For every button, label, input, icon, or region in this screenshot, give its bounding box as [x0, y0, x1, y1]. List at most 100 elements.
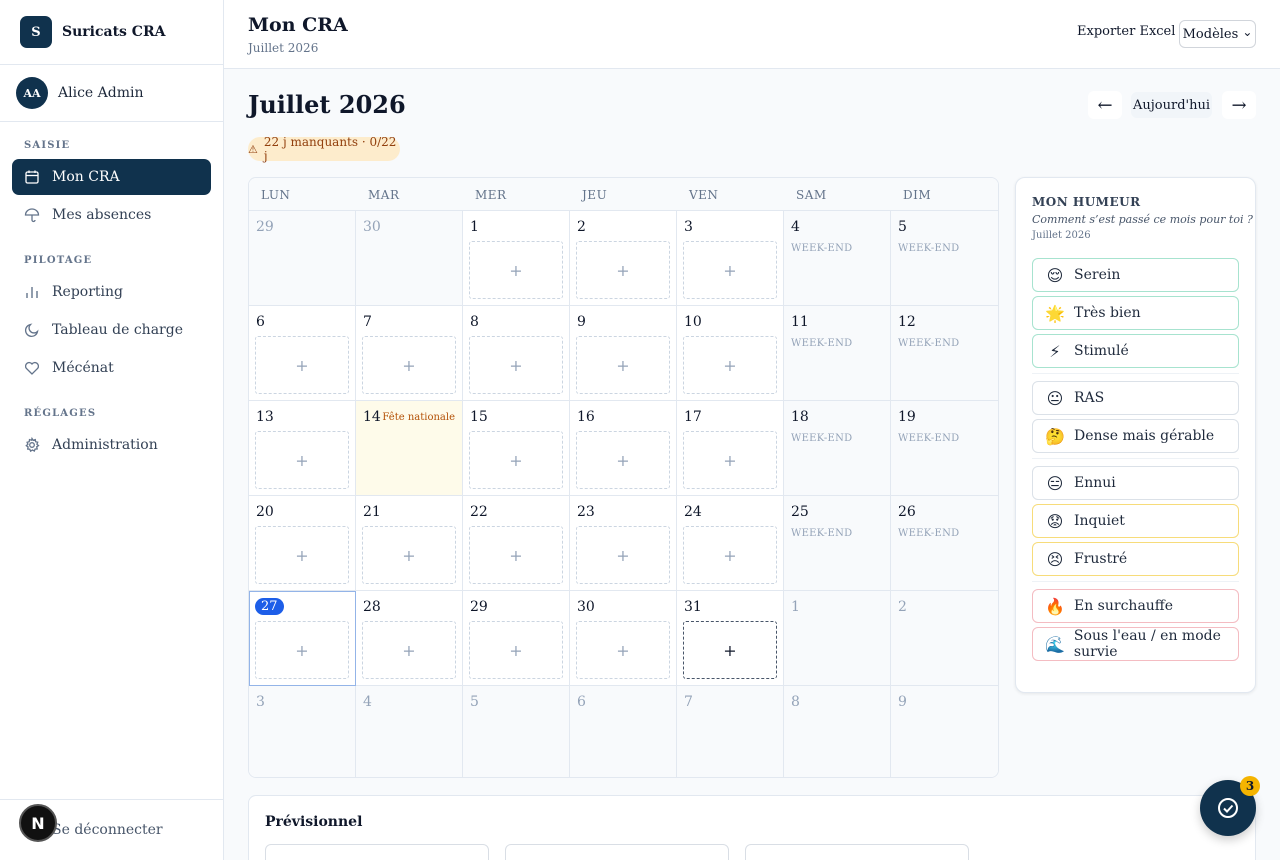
mood-question: Comment s’est passé ce mois pour toi ? [1032, 213, 1253, 226]
calendar-day-cell[interactable]: 30 [356, 211, 463, 306]
forecast-title: Prévisionnel [265, 814, 363, 830]
calendar-day-cell[interactable]: 29 + [463, 591, 570, 686]
calendar-day-cell[interactable]: 16 + [570, 401, 677, 496]
calendar-day-cell[interactable]: 22 + [463, 496, 570, 591]
add-entry-button[interactable]: + [576, 621, 670, 679]
today-button[interactable]: Aujourd'hui [1131, 92, 1212, 118]
dev-tools-badge[interactable]: N [19, 804, 57, 842]
sidebar-item-mecenat[interactable]: Mécénat [12, 350, 211, 386]
sidebar-item-administration[interactable]: Administration [12, 427, 211, 463]
day-number: 13 [256, 409, 274, 425]
calendar-day-cell[interactable]: 4 [356, 686, 463, 777]
add-entry-button[interactable]: + [255, 336, 349, 394]
mood-option[interactable]: 🤔 Dense mais gérable [1032, 419, 1239, 453]
add-entry-button[interactable]: + [362, 336, 456, 394]
calendar-day-cell[interactable]: 28 + [356, 591, 463, 686]
mood-option[interactable]: 🌟 Très bien [1032, 296, 1239, 330]
calendar-day-cell[interactable]: 21 + [356, 496, 463, 591]
add-entry-button[interactable]: + [255, 431, 349, 489]
calendar-day-cell[interactable]: 20 + [249, 496, 356, 591]
calendar-day-cell[interactable]: 25 WEEK-END [784, 496, 891, 591]
calendar-day-cell[interactable]: 1 [784, 591, 891, 686]
calendar-day-cell[interactable]: 7 [677, 686, 784, 777]
add-entry-button[interactable]: + [683, 621, 777, 679]
add-entry-button[interactable]: + [469, 526, 563, 584]
calendar-day-cell[interactable]: 27 + [249, 591, 356, 686]
export-excel-button[interactable]: Exporter Excel [1077, 24, 1175, 39]
calendar-day-cell[interactable]: 24 + [677, 496, 784, 591]
next-month-button[interactable]: → [1222, 91, 1256, 119]
mood-option[interactable]: 😐 RAS [1032, 381, 1239, 415]
user-profile[interactable]: AA Alice Admin [0, 65, 223, 122]
month-title: Juillet 2026 [248, 90, 406, 119]
calendar-day-cell[interactable]: 30 + [570, 591, 677, 686]
sidebar-item-tableau-de-charge[interactable]: Tableau de charge [12, 312, 211, 348]
mood-option[interactable]: 😑 Ennui [1032, 466, 1239, 500]
calendar-day-cell[interactable]: 3 + [677, 211, 784, 306]
forecast-card[interactable] [745, 844, 969, 860]
calendar-day-cell[interactable]: 18 WEEK-END [784, 401, 891, 496]
add-entry-button[interactable]: + [469, 241, 563, 299]
calendar-day-cell[interactable]: 7 + [356, 306, 463, 401]
add-entry-button[interactable]: + [362, 621, 456, 679]
calendar-day-cell[interactable]: 29 [249, 211, 356, 306]
day-number: 11 [791, 314, 809, 330]
calendar-day-cell[interactable]: 15 + [463, 401, 570, 496]
add-entry-button[interactable]: + [576, 431, 670, 489]
calendar-day-cell[interactable]: 2 + [570, 211, 677, 306]
calendar-day-cell[interactable]: 26 WEEK-END [891, 496, 998, 591]
add-entry-button[interactable]: + [576, 241, 670, 299]
mood-option[interactable]: 🔥 En surchauffe [1032, 589, 1239, 623]
add-entry-button[interactable]: + [362, 526, 456, 584]
umbrella-icon [24, 207, 40, 223]
calendar-day-cell[interactable]: 14 Fête nationale [356, 401, 463, 496]
calendar-day-cell[interactable]: 19 WEEK-END [891, 401, 998, 496]
calendar-day-cell[interactable]: 5 WEEK-END [891, 211, 998, 306]
calendar-day-cell[interactable]: 10 + [677, 306, 784, 401]
add-entry-button[interactable]: + [469, 621, 563, 679]
calendar-day-cell[interactable]: 4 WEEK-END [784, 211, 891, 306]
calendar-day-cell[interactable]: 6 [570, 686, 677, 777]
calendar-day-cell[interactable]: 5 [463, 686, 570, 777]
add-entry-button[interactable]: + [683, 526, 777, 584]
calendar-day-cell[interactable]: 23 + [570, 496, 677, 591]
mood-option[interactable]: 😣 Frustré [1032, 542, 1239, 576]
weekday-label: LUN [261, 188, 291, 202]
mood-option[interactable]: 😌 Serein [1032, 258, 1239, 292]
calendar-day-cell[interactable]: 9 [891, 686, 998, 777]
calendar-day-cell[interactable]: 11 WEEK-END [784, 306, 891, 401]
add-entry-button[interactable]: + [255, 621, 349, 679]
add-entry-button[interactable]: + [683, 336, 777, 394]
mood-option[interactable]: 🌊 Sous l'eau / en mode survie [1032, 627, 1239, 661]
calendar-day-cell[interactable]: 31 + [677, 591, 784, 686]
add-entry-button[interactable]: + [469, 336, 563, 394]
add-entry-button[interactable]: + [683, 431, 777, 489]
sidebar-item-mes-absences[interactable]: Mes absences [12, 197, 211, 233]
day-number: 7 [363, 314, 372, 330]
calendar-day-cell[interactable]: 2 [891, 591, 998, 686]
sidebar-item-mon-cra[interactable]: Mon CRA [12, 159, 211, 195]
calendar-day-cell[interactable]: 12 WEEK-END [891, 306, 998, 401]
forecast-card[interactable] [265, 844, 489, 860]
calendar-day-cell[interactable]: 9 + [570, 306, 677, 401]
brand[interactable]: S Suricats CRA [0, 0, 223, 65]
add-entry-button[interactable]: + [255, 526, 349, 584]
mood-option[interactable]: 😟 Inquiet [1032, 504, 1239, 538]
add-entry-button[interactable]: + [683, 241, 777, 299]
calendar-day-cell[interactable]: 6 + [249, 306, 356, 401]
calendar-day-cell[interactable]: 1 + [463, 211, 570, 306]
models-dropdown[interactable]: Modèles ⌄ [1179, 20, 1256, 48]
add-entry-button[interactable]: + [469, 431, 563, 489]
calendar-day-cell[interactable]: 13 + [249, 401, 356, 496]
calendar-day-cell[interactable]: 3 [249, 686, 356, 777]
calendar-day-cell[interactable]: 8 + [463, 306, 570, 401]
add-entry-button[interactable]: + [576, 526, 670, 584]
add-entry-button[interactable]: + [576, 336, 670, 394]
sidebar-item-reporting[interactable]: Reporting [12, 274, 211, 310]
mood-option[interactable]: ⚡ Stimulé [1032, 334, 1239, 368]
calendar-day-cell[interactable]: 17 + [677, 401, 784, 496]
day-number: 15 [470, 409, 488, 425]
calendar-day-cell[interactable]: 8 [784, 686, 891, 777]
forecast-card[interactable] [505, 844, 729, 860]
prev-month-button[interactable]: ← [1088, 91, 1122, 119]
